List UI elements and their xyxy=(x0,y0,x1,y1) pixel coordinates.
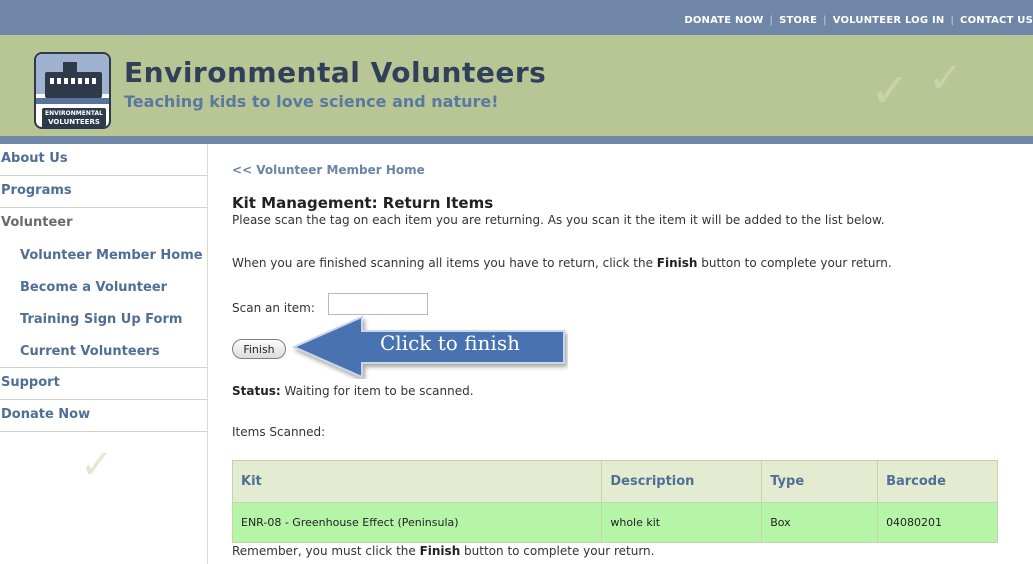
logo-water xyxy=(36,98,109,104)
items-scanned-label: Items Scanned: xyxy=(232,425,326,439)
top-bar: DONATE NOW | STORE | VOLUNTEER LOG IN | CONTAC… xyxy=(0,0,1033,35)
main-content: << Volunteer Member Home Kit Management:… xyxy=(231,144,1033,564)
logo-ship-icon xyxy=(45,62,102,98)
site-tagline: Teaching kids to love science and nature… xyxy=(124,92,499,111)
site-title[interactable]: Environmental Volunteers xyxy=(124,56,546,89)
sidebar-item-volunteer[interactable]: Volunteer xyxy=(0,208,207,240)
instruction-text-part: When you are finished scanning all items… xyxy=(232,256,657,270)
sidebar-item-about-us[interactable]: About Us xyxy=(0,144,207,176)
status-label: Status: xyxy=(232,384,281,398)
logo-text-line: ENVIRONMENTAL xyxy=(45,110,103,117)
table-row: ENR-08 - Greenhouse Effect (Peninsula) w… xyxy=(231,502,998,543)
status-line: Status: Waiting for item to be scanned. xyxy=(232,384,474,398)
leaf-decoration-icon: ✓ xyxy=(928,53,964,102)
sidebar-item-support[interactable]: Support xyxy=(0,368,207,400)
column-header-barcode: Barcode xyxy=(877,460,998,503)
callout-label: Click to finish xyxy=(380,331,520,355)
top-nav-separator: | xyxy=(769,15,774,26)
instruction-text: When you are finished scanning all items… xyxy=(232,256,892,270)
column-header-kit: Kit xyxy=(231,460,603,503)
sidebar-nav: About Us Programs Volunteer Volunteer Me… xyxy=(0,144,208,564)
scan-label: Scan an item: xyxy=(232,301,315,315)
scan-item-input[interactable] xyxy=(328,293,428,315)
volunteer-login-link[interactable]: VOLUNTEER LOG IN xyxy=(833,15,945,26)
cell-type: Box xyxy=(761,502,879,543)
sidebar-item-programs[interactable]: Programs xyxy=(0,176,207,208)
sidebar-item-donate-now[interactable]: Donate Now xyxy=(0,400,207,432)
column-header-description: Description xyxy=(601,460,763,503)
items-table: Kit Description Type Barcode ENR-08 - Gr… xyxy=(231,460,998,543)
cell-barcode: 04080201 xyxy=(877,502,998,543)
leaf-decoration-icon: ✓ xyxy=(80,442,114,488)
sidebar-item-become-a-volunteer[interactable]: Become a Volunteer xyxy=(0,272,207,304)
sidebar-item-training-sign-up-form[interactable]: Training Sign Up Form xyxy=(0,304,207,336)
site-logo[interactable]: ENVIRONMENTAL VOLUNTEERS xyxy=(34,52,111,129)
logo-text-line: VOLUNTEERS xyxy=(48,118,100,126)
top-nav: DONATE NOW | STORE | VOLUNTEER LOG IN | CONTAC… xyxy=(684,15,1033,26)
table-header-row: Kit Description Type Barcode xyxy=(231,460,998,503)
reminder-text-part: button to complete your return. xyxy=(460,544,655,558)
header-divider xyxy=(0,136,1033,144)
cell-kit: ENR-08 - Greenhouse Effect (Peninsula) xyxy=(231,502,603,543)
instruction-finish-word: Finish xyxy=(656,256,698,270)
leaf-decoration-icon: ✓ xyxy=(870,63,911,119)
contact-us-link[interactable]: CONTACT US xyxy=(960,15,1033,26)
page-title: Kit Management: Return Items xyxy=(232,194,494,212)
volunteer-member-home-link[interactable]: << Volunteer Member Home xyxy=(232,163,425,177)
intro-text: Please scan the tag on each item you are… xyxy=(232,213,885,227)
finish-button[interactable]: Finish xyxy=(232,339,286,359)
reminder-text-part: Remember, you must click the xyxy=(232,544,420,558)
store-link[interactable]: STORE xyxy=(779,15,817,26)
status-text: Waiting for item to be scanned. xyxy=(280,384,474,398)
column-header-type: Type xyxy=(761,460,879,503)
cell-description: whole kit xyxy=(601,502,763,543)
top-nav-separator: | xyxy=(950,15,955,26)
reminder-text: Remember, you must click the Finish butt… xyxy=(232,544,654,558)
logo-text: ENVIRONMENTAL VOLUNTEERS xyxy=(42,108,106,127)
donate-now-link[interactable]: DONATE NOW xyxy=(684,15,763,26)
top-nav-separator: | xyxy=(823,15,827,26)
sidebar-item-volunteer-member-home[interactable]: Volunteer Member Home xyxy=(0,240,207,272)
sidebar-item-current-volunteers[interactable]: Current Volunteers xyxy=(0,336,207,368)
reminder-finish-word: Finish xyxy=(419,544,461,558)
instruction-text-part: button to complete your return. xyxy=(697,256,892,270)
